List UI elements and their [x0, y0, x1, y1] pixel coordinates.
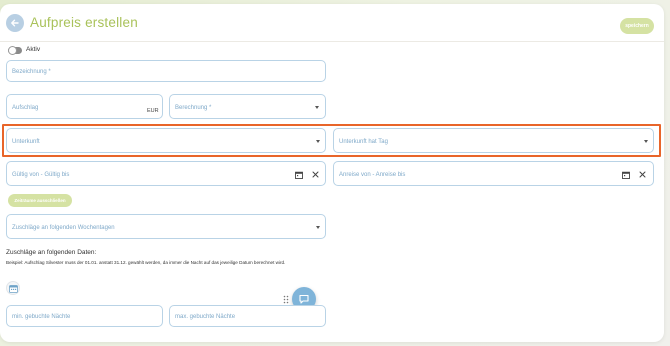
- highlight-frame: [2, 124, 661, 157]
- calendar-icon[interactable]: [622, 171, 630, 179]
- add-date-button[interactable]: [6, 281, 20, 295]
- currency-suffix: EUR: [147, 108, 159, 114]
- toggle-knob: [8, 46, 17, 55]
- aufschlag-placeholder: Aufschlag: [12, 105, 39, 111]
- berechnung-select[interactable]: Berechnung *: [169, 94, 326, 119]
- dates-section-hint: Beispiel: Aufschlag Silvester muss der 0…: [6, 260, 286, 265]
- bezeichnung-placeholder: Bezeichnung *: [12, 69, 51, 75]
- page-header: Aufpreis erstellen speichern: [0, 4, 664, 42]
- aufschlag-field[interactable]: Aufschlag EUR: [6, 94, 163, 119]
- bezeichnung-field[interactable]: Bezeichnung *: [6, 60, 326, 82]
- min-naechte-field[interactable]: min. gebuchte Nächte: [6, 305, 163, 327]
- form-card: Aufpreis erstellen speichern Aktiv Bezei…: [0, 4, 664, 342]
- back-arrow-icon: [11, 19, 19, 27]
- close-icon[interactable]: [639, 171, 646, 178]
- exclude-periods-button[interactable]: Zeiträume ausschließen: [8, 194, 72, 207]
- min-naechte-placeholder: min. gebuchte Nächte: [12, 314, 71, 320]
- calendar-icon: [8, 284, 18, 293]
- anreise-placeholder: Anreise von - Anreise bis: [339, 172, 406, 178]
- anreise-date-range[interactable]: Anreise von - Anreise bis: [333, 161, 654, 186]
- drag-handle-icon[interactable]: [283, 295, 289, 304]
- active-toggle-label: Aktiv: [26, 46, 41, 53]
- calendar-icon[interactable]: [295, 171, 303, 179]
- berechnung-placeholder: Berechnung *: [175, 105, 212, 111]
- page-title: Aufpreis erstellen: [30, 15, 138, 30]
- caret-down-icon: [315, 106, 319, 109]
- gueltig-placeholder: Gültig von - Gültig bis: [12, 172, 70, 178]
- close-icon[interactable]: [312, 171, 319, 178]
- wochentage-placeholder: Zuschläge an folgenden Wochentagen: [12, 225, 115, 231]
- gueltig-date-range[interactable]: Gültig von - Gültig bis: [6, 161, 326, 186]
- max-naechte-field[interactable]: max. gebuchte Nächte: [169, 305, 326, 327]
- wochentage-select[interactable]: Zuschläge an folgenden Wochentagen: [6, 214, 326, 239]
- max-naechte-placeholder: max. gebuchte Nächte: [175, 314, 236, 320]
- caret-down-icon: [316, 226, 320, 229]
- active-toggle[interactable]: [8, 46, 22, 55]
- back-button[interactable]: [6, 14, 24, 32]
- dates-section-title: Zuschläge an folgenden Daten:: [6, 249, 97, 256]
- save-button[interactable]: speichern: [620, 18, 654, 34]
- chat-icon: [299, 294, 309, 304]
